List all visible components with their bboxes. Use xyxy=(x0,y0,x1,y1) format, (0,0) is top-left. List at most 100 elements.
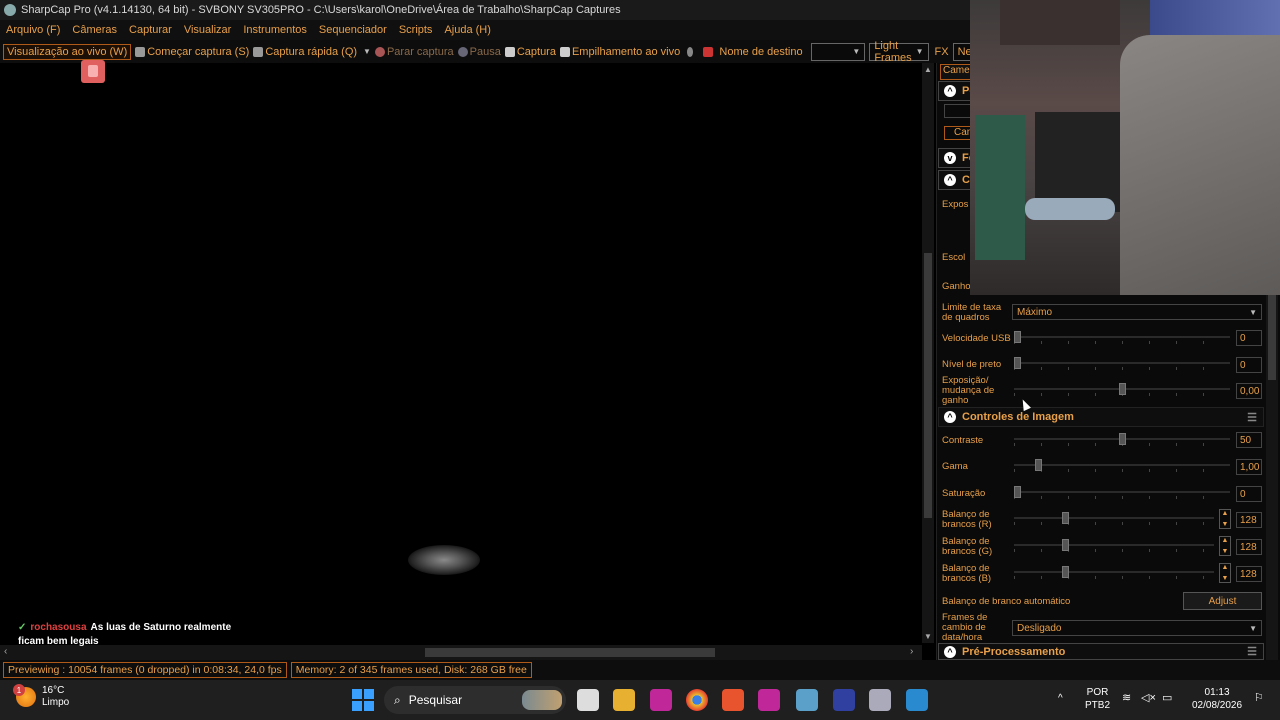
slider-thumb[interactable] xyxy=(1034,459,1042,471)
app-icon-3[interactable] xyxy=(796,689,818,711)
live-preview[interactable] xyxy=(0,63,922,643)
battery-icon[interactable]: ▭ xyxy=(1162,692,1172,705)
gamma-value[interactable]: 1,00 xyxy=(1236,459,1262,475)
gamma-slider[interactable] xyxy=(1014,459,1230,473)
black-level-value[interactable]: 0 xyxy=(1236,357,1262,373)
saturation-value[interactable]: 0 xyxy=(1236,486,1262,502)
quick-capture-button[interactable]: Captura rápida (Q) ▼ xyxy=(253,46,371,58)
wb-red-spinner[interactable]: ▲ ▼ xyxy=(1219,509,1231,529)
saturation-slider[interactable] xyxy=(1014,486,1230,500)
target-name-select[interactable]: ▼ xyxy=(810,42,866,61)
adjust-button[interactable]: Adjust xyxy=(1183,592,1262,610)
preview-hscroll-thumb[interactable] xyxy=(425,648,715,657)
target-name-button[interactable]: Nome de destino xyxy=(697,46,803,58)
slider-thumb[interactable] xyxy=(1014,331,1021,343)
chevron-up-icon[interactable]: ▲ xyxy=(1222,564,1229,571)
task-view-icon[interactable] xyxy=(577,689,599,711)
show-hidden-icons-icon[interactable]: ^ xyxy=(1058,692,1063,705)
preprocessing-title: Pré-Processamento xyxy=(962,645,1066,658)
menu-instrumentos[interactable]: Instrumentos xyxy=(237,24,313,36)
taskbar-search[interactable]: ⌕ Pesquisar xyxy=(384,686,566,714)
volume-icon[interactable]: ◁× xyxy=(1141,692,1156,705)
wb-blue-slider[interactable] xyxy=(1014,566,1214,580)
usb-speed-value[interactable]: 0 xyxy=(1236,330,1262,346)
frame-rate-limit-select[interactable]: Máximo ▼ xyxy=(1012,304,1262,320)
frame-type-value: Light Frames xyxy=(874,39,912,64)
menu-icon[interactable]: ☰ xyxy=(1247,645,1257,658)
record-icon[interactable] xyxy=(687,46,694,57)
exposure-gain-value[interactable]: 0,00 xyxy=(1236,383,1262,399)
live-view-button[interactable]: Visualização ao vivo (W) xyxy=(3,43,132,60)
black-level-slider[interactable] xyxy=(1014,357,1230,371)
wb-green-slider[interactable] xyxy=(1014,539,1214,553)
menu-arquivo[interactable]: Arquivo (F) xyxy=(0,24,66,36)
chevron-down-icon[interactable]: ▼ xyxy=(1222,521,1229,528)
slider-thumb[interactable] xyxy=(1014,357,1021,369)
language-indicator[interactable]: POR PTB2 xyxy=(1085,686,1110,712)
brave-icon[interactable] xyxy=(722,689,744,711)
menu-ajuda[interactable]: Ajuda (H) xyxy=(438,24,496,36)
wifi-icon[interactable]: ≋ xyxy=(1122,692,1131,705)
scroll-up-icon[interactable]: ▲ xyxy=(924,65,932,74)
usb-speed-slider[interactable] xyxy=(1014,331,1230,345)
contrast-slider[interactable] xyxy=(1014,433,1230,447)
app-icon-2[interactable] xyxy=(758,689,780,711)
wb-blue-spinner[interactable]: ▲ ▼ xyxy=(1219,563,1231,583)
contrast-value[interactable]: 50 xyxy=(1236,432,1262,448)
webcam-lights xyxy=(1150,0,1280,40)
live-stack-button[interactable]: Empilhamento ao vivo xyxy=(559,46,680,58)
notification-icon[interactable]: ⚐ xyxy=(1254,692,1264,705)
file-explorer-icon[interactable] xyxy=(613,689,635,711)
menu-cameras[interactable]: Câmeras xyxy=(66,24,123,36)
slider-thumb[interactable] xyxy=(1062,566,1070,578)
start-button[interactable] xyxy=(352,689,374,711)
red-marker-icon[interactable] xyxy=(81,60,105,83)
panel-scroll-thumb[interactable] xyxy=(1268,295,1276,380)
frame-type-select[interactable]: Light Frames ▼ xyxy=(869,39,929,64)
pause-button[interactable]: Pausa xyxy=(457,46,501,58)
menu-visualizar[interactable]: Visualizar xyxy=(178,24,238,36)
app-icon-4[interactable] xyxy=(906,689,928,711)
clock[interactable]: 01:13 02/08/2026 xyxy=(1192,686,1242,712)
memory-status: Memory: 2 of 345 frames used, Disk: 268 … xyxy=(290,662,532,678)
menu-icon[interactable]: ☰ xyxy=(1247,411,1257,424)
start-capture-button[interactable]: Começar captura (S) xyxy=(135,46,249,58)
scroll-down-icon[interactable]: ▼ xyxy=(924,632,932,641)
slider-thumb[interactable] xyxy=(1062,539,1070,551)
slider-thumb[interactable] xyxy=(1118,383,1126,395)
app-icon-1[interactable] xyxy=(650,689,672,711)
quick-capture-label: Captura rápida (Q) xyxy=(265,45,358,58)
slider-thumb[interactable] xyxy=(1014,486,1021,498)
menu-capturar[interactable]: Capturar xyxy=(123,24,178,36)
scroll-left-icon[interactable]: ‹ xyxy=(4,646,7,657)
chevron-up-icon[interactable]: ▲ xyxy=(1222,537,1229,544)
target-icon xyxy=(703,46,714,57)
menu-scripts[interactable]: Scripts xyxy=(393,24,439,36)
wb-red-value[interactable]: 128 xyxy=(1236,512,1262,528)
image-controls-header[interactable]: ^ Controles de Imagem ☰ xyxy=(938,407,1264,427)
menu-sequenciador[interactable]: Sequenciador xyxy=(313,24,393,36)
sharpcap-taskbar-icon[interactable] xyxy=(869,689,891,711)
wb-green-spinner[interactable]: ▲ ▼ xyxy=(1219,536,1231,556)
chevron-down-icon[interactable]: ▼ xyxy=(363,47,371,56)
chevron-down-icon[interactable]: ▼ xyxy=(1222,548,1229,555)
slider-thumb[interactable] xyxy=(1118,433,1126,445)
chrome-icon[interactable] xyxy=(686,689,708,711)
weather-widget[interactable]: 1 16°C Limpo xyxy=(13,684,69,709)
exposure-gain-slider[interactable] xyxy=(1014,383,1230,397)
stellarium-icon[interactable] xyxy=(833,689,855,711)
preprocessing-header[interactable]: ^ Pré-Processamento ☰ xyxy=(938,643,1264,660)
preview-vertical-scrollbar[interactable]: ▲ ▼ xyxy=(922,63,934,643)
chevron-up-icon[interactable]: ▲ xyxy=(1222,510,1229,517)
preview-vscroll-thumb[interactable] xyxy=(924,253,932,518)
frames-change-select[interactable]: Desligado ▼ xyxy=(1012,620,1262,636)
wb-green-value[interactable]: 128 xyxy=(1236,539,1262,555)
panel-scrollbar[interactable] xyxy=(1266,295,1278,660)
chevron-down-icon[interactable]: ▼ xyxy=(1222,575,1229,582)
snapshot-button[interactable]: Captura xyxy=(504,46,556,58)
slider-thumb[interactable] xyxy=(1062,512,1070,524)
scroll-right-icon[interactable]: › xyxy=(910,646,913,657)
wb-blue-value[interactable]: 128 xyxy=(1236,566,1262,582)
wb-red-slider[interactable] xyxy=(1014,512,1214,526)
stop-capture-button[interactable]: Parar captura xyxy=(374,46,454,58)
